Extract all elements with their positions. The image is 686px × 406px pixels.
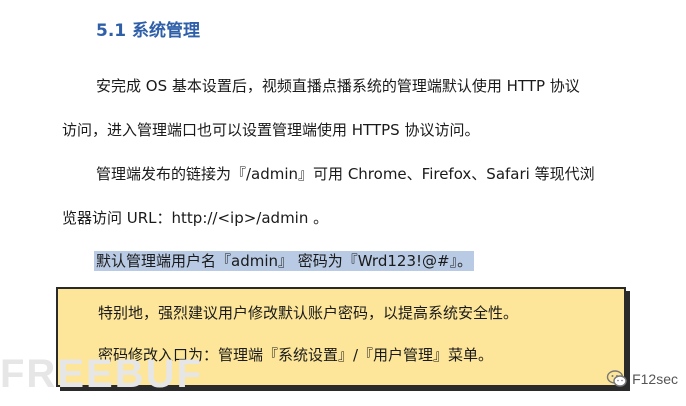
f12sec-label: F12sec bbox=[632, 371, 678, 387]
paragraph-line-2: 访问，进入管理端口也可以设置管理端使用 HTTPS 协议访问。 bbox=[62, 121, 480, 139]
f12sec-watermark: F12sec bbox=[606, 368, 678, 390]
paragraph-line-1: 安完成 OS 基本设置后，视频直播点播系统的管理端默认使用 HTTP 协议 bbox=[96, 77, 580, 95]
wechat-icon bbox=[606, 368, 628, 390]
default-credentials-highlight: 默认管理端用户名『admin』 密码为『Wrd123!@#』。 bbox=[94, 251, 475, 271]
freebuf-watermark: FREEBUF bbox=[0, 352, 203, 396]
note-line-1: 特别地，强烈建议用户修改默认账户密码，以提高系统安全性。 bbox=[98, 304, 519, 322]
section-heading: 5.1 系统管理 bbox=[96, 21, 201, 41]
paragraph-line-4: 览器访问 URL：http://<ip>/admin 。 bbox=[62, 209, 329, 227]
paragraph-line-3: 管理端发布的链接为『/admin』可用 Chrome、Firefox、Safar… bbox=[96, 165, 595, 183]
